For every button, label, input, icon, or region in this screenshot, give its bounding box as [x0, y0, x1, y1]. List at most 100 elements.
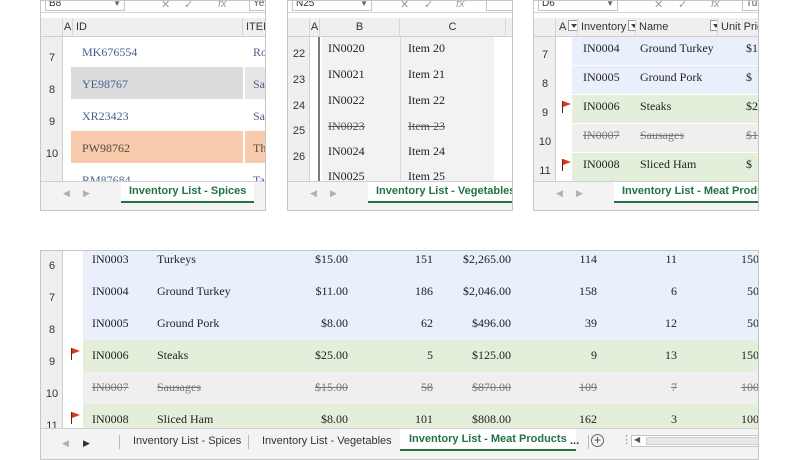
table-cell[interactable]: 12: [603, 316, 677, 331]
column-header[interactable]: Unit Price: [718, 18, 758, 37]
table-cell[interactable]: $125.00: [423, 348, 511, 363]
table-cell[interactable]: Ground Pork: [640, 70, 702, 85]
table-cell[interactable]: Rosemary: [253, 45, 265, 60]
nav-next-icon[interactable]: ▶: [83, 438, 90, 449]
table-cell[interactable]: 101: [353, 412, 433, 427]
table-cell[interactable]: 13: [603, 348, 677, 363]
table-cell[interactable]: IN0023: [328, 119, 365, 134]
table-cell[interactable]: Ground Pork: [157, 316, 219, 331]
table-cell[interactable]: 58: [353, 380, 433, 395]
table-cell[interactable]: IN0008: [92, 412, 129, 427]
table-cell[interactable]: IN0006: [583, 99, 620, 114]
table-cell[interactable]: IN0022: [328, 93, 365, 108]
table-cell[interactable]: 186: [353, 284, 433, 299]
table-cell[interactable]: XR23423: [82, 109, 129, 124]
enter-icon[interactable]: ✓: [184, 1, 193, 11]
table-cell[interactable]: Sausages: [640, 128, 684, 143]
sheet-tab-active[interactable]: Inventory List - Meat Products: [614, 182, 758, 203]
row-header[interactable]: 10: [41, 148, 63, 160]
chevron-down-icon[interactable]: ▼: [606, 1, 614, 10]
row-header[interactable]: 6: [41, 260, 63, 272]
row-header[interactable]: 8: [41, 324, 63, 336]
row-header[interactable]: 24: [288, 100, 310, 112]
nav-next-icon[interactable]: ▶: [576, 188, 583, 199]
table-cell[interactable]: $870.00: [423, 380, 511, 395]
table-cell[interactable]: IN0006: [92, 348, 129, 363]
nav-prev-icon[interactable]: ◀: [62, 438, 69, 449]
row-header[interactable]: 25: [288, 125, 310, 137]
sheet-tab-spices[interactable]: Inventory List - Spices: [133, 431, 241, 452]
table-cell[interactable]: $25.00: [258, 348, 348, 363]
cancel-icon[interactable]: ✕: [161, 1, 170, 11]
more-tabs-button[interactable]: ...: [570, 431, 579, 452]
table-cell[interactable]: Item 20: [408, 41, 445, 56]
sheet-tab-vegetables[interactable]: Inventory List - Vegetables: [262, 431, 392, 452]
name-box[interactable]: D6 ▼: [538, 1, 618, 11]
nav-next-icon[interactable]: ▶: [83, 188, 90, 199]
table-cell[interactable]: Sliced Ham: [640, 157, 696, 172]
table-cell[interactable]: $2: [746, 99, 758, 114]
table-cell[interactable]: Item 25: [408, 169, 445, 181]
column-header[interactable]: Inventory: [578, 18, 636, 37]
table-cell[interactable]: Thyme: [253, 141, 265, 156]
function-icon[interactable]: fx: [711, 1, 720, 10]
table-cell[interactable]: Sage: [253, 109, 265, 124]
table-cell[interactable]: IN0007: [583, 128, 620, 143]
corner-cell[interactable]: [41, 18, 63, 37]
table-cell[interactable]: YE98767: [82, 77, 128, 92]
column-header[interactable]: A: [310, 18, 320, 37]
corner-cell[interactable]: [288, 18, 310, 37]
table-cell[interactable]: 50: [683, 284, 758, 299]
column-header[interactable]: Name: [636, 18, 718, 37]
formula-input[interactable]: Tur: [742, 1, 758, 11]
filter-dropdown-icon[interactable]: [628, 20, 635, 31]
nav-prev-icon[interactable]: ◀: [310, 188, 317, 199]
column-header[interactable]: ID: [73, 18, 243, 37]
table-cell[interactable]: IN0003: [92, 252, 129, 267]
function-icon[interactable]: fx: [218, 1, 227, 10]
table-cell[interactable]: $11.00: [258, 284, 348, 299]
nav-prev-icon[interactable]: ◀: [556, 188, 563, 199]
row-header[interactable]: 10: [41, 388, 63, 400]
table-cell[interactable]: 5: [353, 348, 433, 363]
table-cell[interactable]: 162: [513, 412, 597, 427]
horizontal-scrollbar[interactable]: ◀: [631, 435, 758, 447]
enter-icon[interactable]: ✓: [424, 1, 433, 11]
row-header[interactable]: 7: [534, 49, 556, 61]
row-header[interactable]: 7: [41, 52, 63, 64]
sheet-tab-meat-products[interactable]: Inventory List - Meat Products: [400, 429, 576, 451]
table-cell[interactable]: Ground Turkey: [157, 284, 231, 299]
table-cell[interactable]: Sliced Ham: [157, 412, 213, 427]
row-header[interactable]: 10: [534, 136, 556, 148]
cancel-icon[interactable]: ✕: [654, 1, 663, 11]
table-cell[interactable]: 100: [683, 380, 758, 395]
table-cell[interactable]: 39: [513, 316, 597, 331]
table-cell[interactable]: Item 23: [408, 119, 445, 134]
table-cell[interactable]: 109: [513, 380, 597, 395]
column-header[interactable]: C: [400, 18, 506, 37]
function-icon[interactable]: fx: [456, 1, 465, 10]
table-cell[interactable]: Ground Turkey: [640, 41, 714, 56]
table-cell[interactable]: 62: [353, 316, 433, 331]
row-header[interactable]: 9: [41, 116, 63, 128]
table-cell[interactable]: IN0025: [328, 169, 365, 181]
table-cell[interactable]: MK676554: [82, 45, 137, 60]
name-box[interactable]: B8 ▼: [45, 1, 125, 11]
table-cell[interactable]: Tarragon: [253, 173, 265, 181]
table-cell[interactable]: 151: [353, 252, 433, 267]
table-cell[interactable]: 7: [603, 380, 677, 395]
table-cell[interactable]: $15.00: [258, 252, 348, 267]
row-header[interactable]: 8: [41, 84, 63, 96]
table-cell[interactable]: $: [746, 157, 752, 172]
table-cell[interactable]: IN0021: [328, 67, 365, 82]
table-cell[interactable]: Steaks: [640, 99, 671, 114]
table-cell[interactable]: $1: [746, 41, 758, 56]
sheet-tab-active[interactable]: Inventory List - Spices: [121, 182, 255, 203]
table-cell[interactable]: $15.00: [258, 380, 348, 395]
table-cell[interactable]: Item 22: [408, 93, 445, 108]
table-cell[interactable]: 6: [603, 284, 677, 299]
scrollbar-thumb[interactable]: [646, 437, 758, 445]
corner-cell[interactable]: [534, 18, 556, 37]
row-header[interactable]: 8: [534, 78, 556, 90]
filter-dropdown-icon[interactable]: [568, 20, 577, 31]
